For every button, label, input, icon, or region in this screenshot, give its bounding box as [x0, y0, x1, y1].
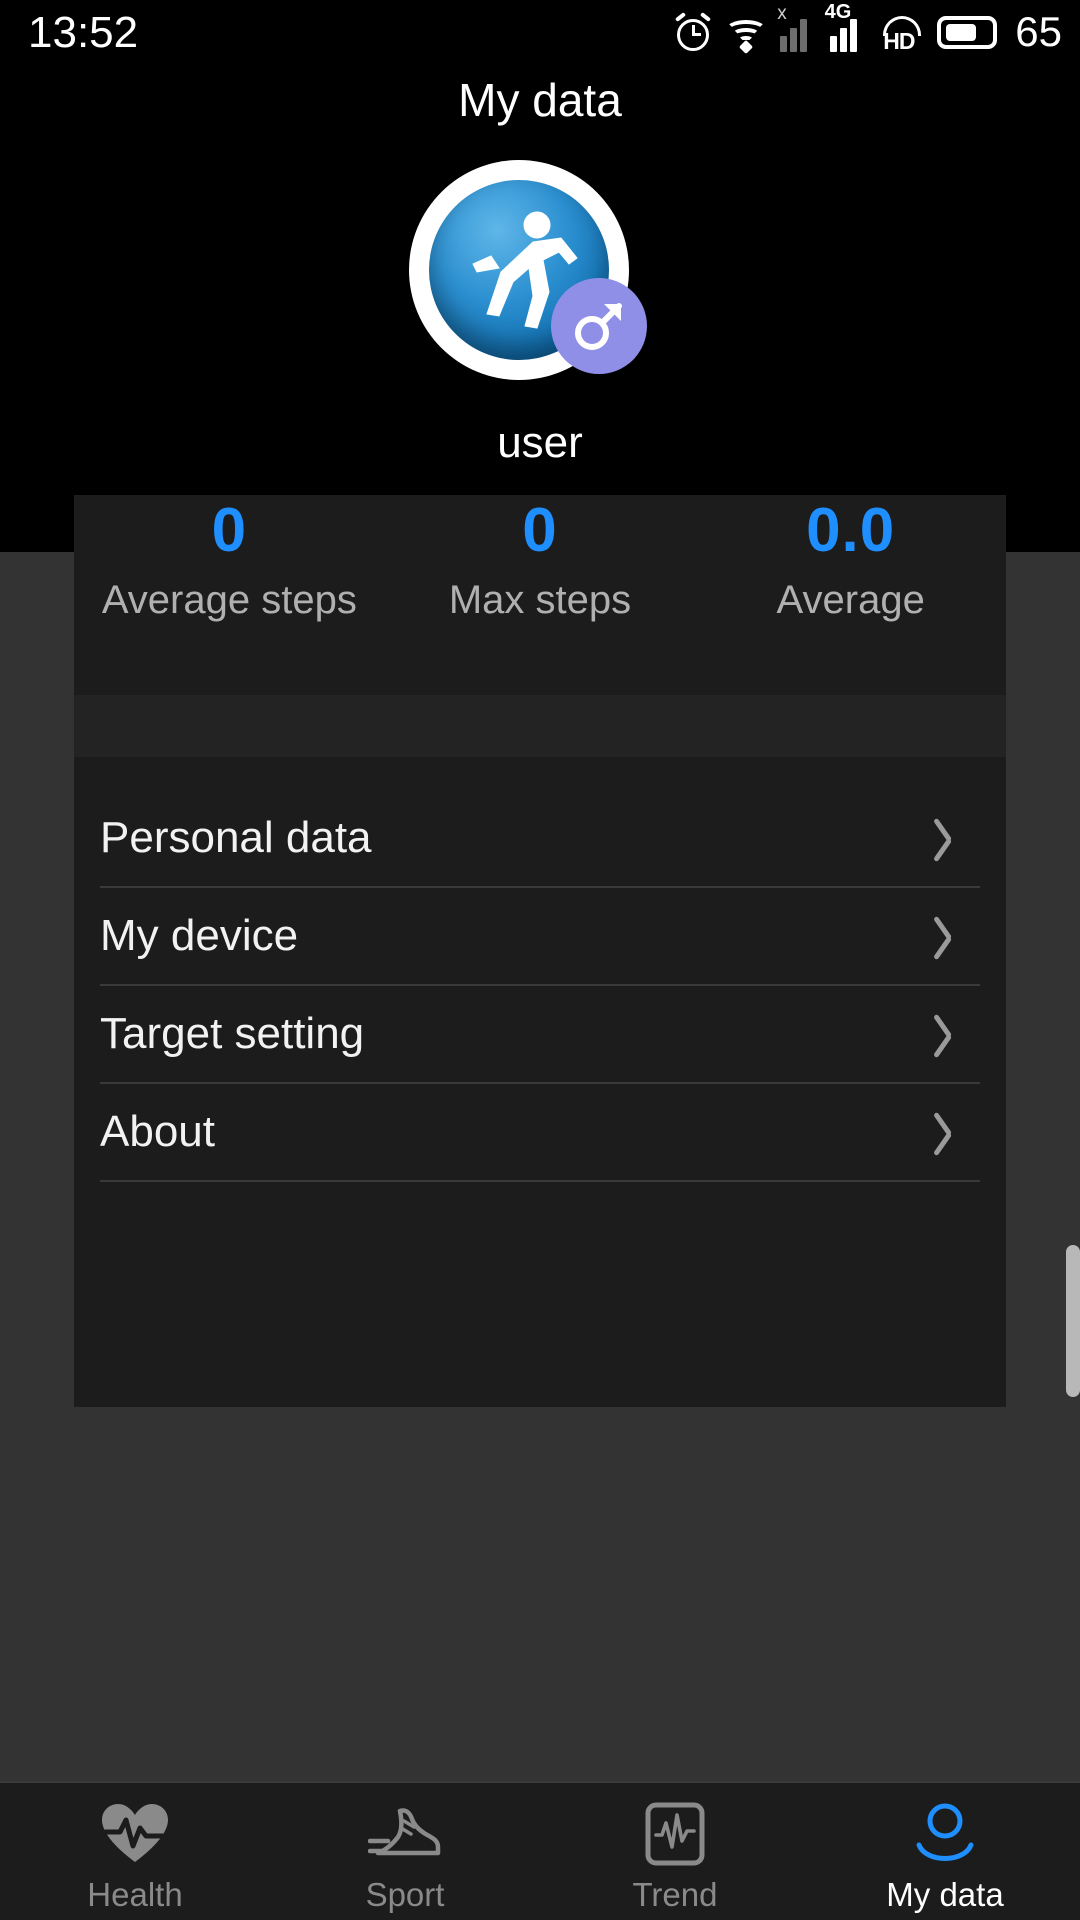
tab-label: Sport [365, 1875, 445, 1913]
tab-label: Health [87, 1875, 183, 1913]
alarm-icon [674, 12, 712, 52]
menu-item-label: Personal data [100, 813, 372, 862]
status-bar: 13:52 x 4G HD 65 [0, 0, 1080, 62]
chevron-right-icon [944, 1012, 970, 1056]
chevron-right-icon [944, 1110, 970, 1154]
stat-label: Average steps [101, 578, 357, 623]
tab-label: My data [886, 1875, 1004, 1913]
tab-trend[interactable]: Trend [540, 1783, 810, 1920]
battery-icon [937, 12, 998, 52]
profile-avatar-area[interactable] [409, 160, 671, 380]
user-name-label: user [497, 418, 583, 467]
chevron-right-icon [944, 816, 970, 860]
profile-card: 0 Average steps 0 Max steps 0.0 Average … [74, 495, 1006, 1407]
stat-value: 0.0 [806, 496, 896, 565]
chevron-right-icon [944, 914, 970, 958]
sneaker-icon [366, 1798, 444, 1870]
vertical-scrollbar-thumb[interactable] [1066, 1245, 1080, 1397]
stat-average: 0.0 Average [695, 495, 1006, 622]
hd-call-icon: HD [880, 12, 924, 53]
signal-sim1-icon: x [777, 4, 817, 52]
menu-item-my-device[interactable]: My device [100, 888, 980, 986]
network-type-label: 4G [824, 1, 852, 23]
stat-max-steps: 0 Max steps [385, 495, 696, 622]
stat-label: Average [776, 578, 925, 623]
trend-chart-icon [636, 1798, 714, 1870]
settings-menu-list: Personal data My device Target setting A… [74, 790, 1006, 1182]
menu-item-label: Target setting [100, 1009, 365, 1058]
tab-label: Trend [632, 1875, 718, 1913]
menu-item-target-setting[interactable]: Target setting [100, 986, 980, 1084]
tab-health[interactable]: Health [0, 1783, 270, 1920]
battery-percent-label: 65 [1015, 8, 1062, 55]
menu-item-label: My device [100, 911, 299, 960]
status-clock: 13:52 [28, 8, 139, 57]
person-icon [906, 1798, 984, 1870]
heart-pulse-icon [96, 1798, 174, 1870]
status-icon-tray: x 4G HD 65 [674, 2, 1062, 55]
stat-value: 0 [522, 496, 558, 565]
wifi-icon [725, 12, 768, 55]
stat-value: 0 [211, 496, 248, 565]
page-title: My data [458, 74, 622, 126]
stat-label: Max steps [448, 578, 632, 623]
menu-item-personal-data[interactable]: Personal data [100, 790, 980, 888]
menu-item-label: About [100, 1107, 215, 1156]
card-divider-band [74, 695, 1006, 757]
stat-average-steps: 0 Average steps [74, 495, 385, 622]
male-gender-icon [551, 278, 647, 374]
signal-sim2-icon: 4G [825, 2, 867, 52]
tab-my-data[interactable]: My data [810, 1783, 1080, 1920]
app-screen: 13:52 x 4G HD 65 My data user 0 Average … [0, 0, 1080, 1920]
tab-sport[interactable]: Sport [270, 1783, 540, 1920]
menu-item-about[interactable]: About [100, 1084, 980, 1182]
no-service-mark: x [777, 3, 787, 24]
bottom-tab-bar: Health Sport Trend My data [0, 1781, 1080, 1920]
